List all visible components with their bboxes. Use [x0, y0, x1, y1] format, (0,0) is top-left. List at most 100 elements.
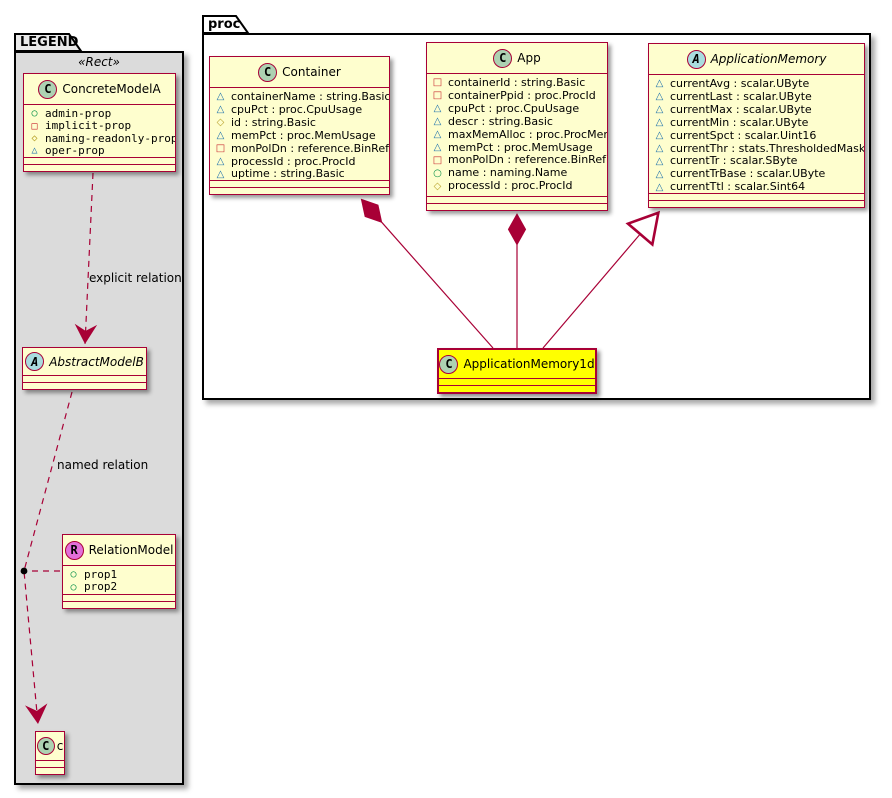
triangle-icon: △: [654, 170, 665, 180]
triangle-icon: △: [654, 157, 665, 167]
attribute-text: currentTtl : scalar.Sint64: [670, 181, 805, 193]
attribute-row: △ oper-prop: [29, 145, 170, 157]
attribute-text: containerName : string.Basic: [231, 91, 389, 104]
class-container: C Container △containerName : string.Basi…: [209, 56, 390, 195]
attribute-row: △ currentTtl : scalar.Sint64: [654, 181, 859, 193]
empty-compartment: [63, 601, 175, 608]
empty-compartment: [23, 382, 146, 389]
attribute-row: □ containerPpid : proc.ProcId: [432, 90, 602, 103]
triangle-icon: △: [432, 117, 443, 127]
square-icon: □: [432, 78, 443, 88]
attribute-text: containerPpid : proc.ProcId: [448, 90, 596, 103]
class-title: A ApplicationMemory: [649, 44, 864, 74]
relation-label-explicit: explicit relation: [89, 271, 182, 285]
triangle-icon: △: [432, 143, 443, 153]
class-abstract-model-b: A AbstractModelB: [22, 347, 147, 390]
triangle-icon: △: [654, 118, 665, 128]
triangle-icon: △: [654, 92, 665, 102]
attribute-text: memPct : proc.MemUsage: [231, 130, 376, 143]
empty-compartment: [210, 187, 389, 194]
attribute-row: □ containerId : string.Basic: [432, 77, 602, 90]
triangle-icon: △: [215, 131, 226, 141]
proc-package-title: proc: [202, 15, 252, 33]
triangle-icon: △: [215, 92, 226, 102]
attribute-row: △currentAvg : scalar.UByte: [654, 78, 859, 91]
attribute-row: □implicit-prop: [29, 120, 170, 132]
attribute-text: monPolDn : reference.BinRef: [231, 143, 389, 156]
class-title: C ApplicationMemory1d: [439, 350, 595, 378]
triangle-icon: △: [29, 146, 40, 156]
square-icon: □: [432, 156, 443, 166]
triangle-icon: △: [654, 183, 665, 193]
empty-compartment: [63, 594, 175, 601]
attribute-text: containerId : string.Basic: [448, 77, 585, 90]
class-name: AbstractModelB: [49, 355, 144, 369]
diamond-icon: ◇: [215, 118, 226, 128]
empty-compartment: [439, 378, 595, 385]
class-title: C c: [36, 732, 64, 760]
empty-compartment: [649, 200, 864, 207]
attribute-row: △currentSpct : scalar.Uint16: [654, 130, 859, 143]
triangle-icon: △: [215, 157, 226, 167]
class-application-memory-1d: C ApplicationMemory1d: [437, 348, 597, 394]
class-title: R RelationModel: [63, 535, 175, 565]
class-spot-icon: C: [37, 737, 55, 755]
class-application-memory: A ApplicationMemory △currentAvg : scalar…: [648, 43, 865, 208]
attribute-text: descr : string.Basic: [448, 116, 553, 129]
square-icon: □: [432, 91, 443, 101]
class-title: A AbstractModelB: [23, 348, 146, 375]
class-name: ApplicationMemory1d: [463, 357, 594, 371]
triangle-icon: △: [215, 105, 226, 115]
class-name: ConcreteModelA: [62, 82, 160, 96]
empty-compartment: [36, 760, 64, 767]
triangle-icon: △: [654, 131, 665, 141]
attribute-row: ○ prop2: [68, 581, 170, 593]
class-concrete-model-a: C ConcreteModelA ○admin-prop□implicit-pr…: [23, 73, 176, 172]
circle-icon: ○: [68, 583, 79, 593]
attributes-section: □ containerId : string.Basic □ containerPpi…: [427, 73, 607, 196]
class-title: C ConcreteModelA: [24, 74, 175, 104]
class-name: Container: [282, 65, 341, 79]
empty-compartment: [24, 164, 175, 171]
attribute-text: cpuPct : proc.CpuUsage: [448, 103, 579, 116]
attributes-section: △containerName : string.Basic△cpuPct : p…: [210, 87, 389, 180]
attribute-text: currentMin : scalar.UByte: [670, 117, 808, 130]
attribute-row: △cpuPct : proc.CpuUsage: [215, 104, 384, 117]
attributes-section: △currentAvg : scalar.UByte△currentLast :…: [649, 74, 864, 193]
attribute-row: ◇id : string.Basic: [215, 117, 384, 130]
attribute-row: △ currentMin : scalar.UByte: [654, 117, 859, 130]
attribute-text: uptime : string.Basic: [231, 168, 345, 180]
triangle-icon: △: [654, 79, 665, 89]
attribute-text: currentMax : scalar.UByte: [670, 104, 812, 117]
class-name: RelationModel: [89, 543, 174, 557]
legend-package-title: LEGEND: [14, 33, 84, 51]
attribute-row: △ uptime : string.Basic: [215, 168, 384, 180]
empty-compartment: [23, 375, 146, 382]
attribute-row: △ memPct : proc.MemUsage: [215, 130, 384, 143]
empty-compartment: [427, 203, 607, 210]
circle-icon: ○: [432, 169, 443, 179]
diamond-icon: ◇: [432, 182, 443, 192]
attribute-text: processId : proc.ProcId: [448, 180, 572, 193]
triangle-icon: △: [654, 105, 665, 115]
class-spot-icon: C: [38, 80, 57, 99]
class-title: C Container: [210, 57, 389, 87]
attribute-row: △containerName : string.Basic: [215, 91, 384, 104]
triangle-icon: △: [215, 170, 226, 180]
square-icon: □: [29, 122, 40, 132]
triangle-icon: △: [432, 104, 443, 114]
attribute-text: oper-prop: [45, 145, 105, 157]
attribute-text: maxMemAlloc : proc.ProcMem: [448, 129, 607, 142]
class-spot-icon: C: [258, 63, 277, 82]
empty-compartment: [649, 193, 864, 200]
legend-stereotype: «Rect»: [14, 55, 184, 69]
attribute-row: △ cpuPct : proc.CpuUsage: [432, 103, 602, 116]
class-relation-model: R RelationModel ○prop1○prop2: [62, 534, 176, 609]
empty-compartment: [36, 767, 64, 774]
attribute-row: △ currentMax : scalar.UByte: [654, 104, 859, 117]
abstract-spot-icon: A: [25, 352, 44, 371]
class-name: ApplicationMemory: [711, 52, 827, 66]
attribute-text: prop2: [84, 581, 117, 593]
attribute-row: □monPolDn : reference.BinRef: [215, 143, 384, 156]
attributes-section: ○prop1○prop2: [63, 565, 175, 594]
